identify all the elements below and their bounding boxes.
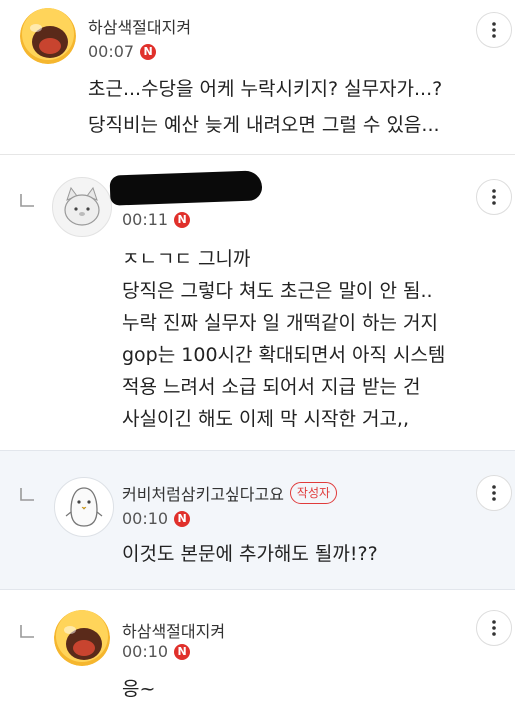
timestamp-row: 00:07 N — [88, 42, 157, 61]
more-vertical-icon — [492, 620, 496, 636]
comment-line: 적용 느려서 소급 되어서 지급 받는 건 — [122, 376, 421, 398]
reply-arrow-icon — [20, 194, 34, 207]
comment-body: ㅈㄴㄱㄷ 그니까 당직은 그렇다 쳐도 초근은 말이 안 됨.. 누락 진짜 실… — [122, 243, 445, 435]
timestamp: 00:11 — [122, 210, 169, 229]
avatar-screaming-face[interactable] — [20, 8, 76, 64]
comment-1: 하삼색절대지켜 00:07 N 초근...수당을 어케 누락시키지? 실무자가.… — [0, 0, 515, 150]
timestamp: 00:07 — [88, 42, 135, 61]
more-options-button[interactable] — [476, 12, 512, 48]
more-vertical-icon — [492, 22, 496, 38]
nickname[interactable]: 하삼색절대지켜 — [122, 618, 225, 642]
more-vertical-icon — [492, 485, 496, 501]
reply-comment-2: 하삼색절대지켜 00:10 N 응~ — [0, 590, 515, 712]
avatar-penguin[interactable] — [54, 477, 114, 537]
comment-line: 이것도 본문에 추가해도 될까!?? — [122, 543, 378, 565]
more-options-button[interactable] — [476, 179, 512, 215]
nickname[interactable]: 하삼색절대지켜 — [88, 14, 191, 38]
comment-line: 당직비는 예산 늦게 내려오면 그럴 수 있음... — [88, 114, 440, 136]
redacted-nickname — [109, 170, 263, 206]
more-options-button[interactable] — [476, 610, 512, 646]
reply-arrow-icon — [20, 625, 34, 638]
new-badge: N — [174, 510, 191, 527]
comment-body: 초근...수당을 어케 누락시키지? 실무자가...? 당직비는 예산 늦게 내… — [88, 74, 442, 140]
comment-line: 누락 진짜 실무자 일 개떡같이 하는 거지 — [122, 312, 438, 334]
more-options-button[interactable] — [476, 475, 512, 511]
timestamp: 00:10 — [122, 509, 169, 528]
comment-line: gop는 100시간 확대되면서 아직 시스템 — [122, 344, 446, 366]
timestamp-row: 00:10 N — [122, 642, 191, 661]
timestamp-row: 00:11 N — [122, 210, 191, 229]
comment-line: 당직은 그렇다 쳐도 초근은 말이 안 됨.. — [122, 280, 433, 302]
author-badge: 작성자 — [289, 482, 338, 504]
timestamp: 00:10 — [122, 642, 169, 661]
timestamp-row: 00:10 N — [122, 509, 191, 528]
more-vertical-icon — [492, 189, 496, 205]
avatar-cat[interactable] — [52, 177, 112, 237]
reply-comment-author: 커비처럼삼키고싶다고요 작성자 00:10 N 이것도 본문에 추가해도 될까!?… — [0, 450, 515, 590]
comment-body: 이것도 본문에 추가해도 될까!?? — [122, 539, 378, 569]
avatar-screaming-face[interactable] — [54, 610, 110, 666]
nickname-row: 커비처럼삼키고싶다고요 작성자 — [122, 481, 338, 505]
nickname[interactable]: 커비처럼삼키고싶다고요 — [122, 485, 284, 504]
comment-line: 사실이긴 해도 이제 막 시작한 거고,, — [122, 408, 409, 430]
new-badge: N — [174, 211, 191, 228]
comment-line: ㅈㄴㄱㄷ 그니까 — [122, 248, 251, 270]
comment-body: 응~ — [122, 674, 155, 704]
comment-line: 초근...수당을 어케 누락시키지? 실무자가...? — [88, 78, 443, 100]
comment-line: 응~ — [122, 678, 156, 700]
new-badge: N — [140, 43, 157, 60]
reply-comment-1: 00:11 N ㅈㄴㄱㄷ 그니까 당직은 그렇다 쳐도 초근은 말이 안 됨..… — [0, 155, 515, 450]
new-badge: N — [174, 643, 191, 660]
reply-arrow-icon — [20, 488, 34, 501]
